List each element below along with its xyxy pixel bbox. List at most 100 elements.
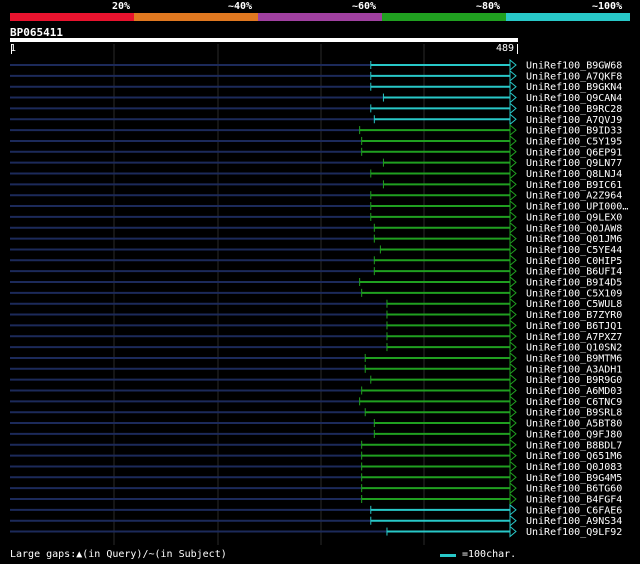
hit-label[interactable]: UniRef100_Q8LNJ4 xyxy=(526,169,622,180)
hit-label[interactable]: UniRef100_Q651M6 xyxy=(526,451,622,462)
hit-row[interactable]: UniRef100_B6TJQ1 xyxy=(10,319,622,332)
hit-arrow-icon xyxy=(509,362,517,375)
hit-row[interactable]: UniRef100_C6FAE6 xyxy=(10,503,622,516)
hit-label[interactable]: UniRef100_B6TJQ1 xyxy=(526,321,622,332)
hit-label[interactable]: UniRef100_B9ID33 xyxy=(526,126,622,137)
hit-row[interactable]: UniRef100_A7QKF8 xyxy=(10,69,622,83)
hit-row[interactable]: UniRef100_Q8LNJ4 xyxy=(10,167,622,181)
hit-label[interactable]: UniRef100_A2Z964 xyxy=(526,191,622,202)
hit-row[interactable]: UniRef100_B9GKN4 xyxy=(10,80,622,94)
hit-row[interactable]: UniRef100_B9SRL8 xyxy=(10,406,622,419)
hit-row[interactable]: UniRef100_B9GW68 xyxy=(10,58,622,72)
hit-row[interactable]: UniRef100_B9ID33 xyxy=(10,124,622,137)
hit-row[interactable]: UniRef100_B7ZYR0 xyxy=(10,308,622,322)
hit-row[interactable]: UniRef100_Q9LF92 xyxy=(10,525,622,539)
hit-label[interactable]: UniRef100_C6FAE6 xyxy=(526,505,622,516)
hit-label[interactable]: UniRef100_B9R9G0 xyxy=(526,375,622,386)
hit-row[interactable]: UniRef100_C5WUL8 xyxy=(10,297,622,311)
hit-label[interactable]: UniRef100_B9RC28 xyxy=(526,104,622,115)
hit-label[interactable]: UniRef100_C5YE44 xyxy=(526,245,622,256)
hit-row[interactable]: UniRef100_A9NS34 xyxy=(10,514,622,528)
hit-label[interactable]: UniRef100_Q10SN2 xyxy=(526,343,622,354)
hit-label[interactable]: UniRef100_Q9LEX0 xyxy=(526,212,622,223)
hit-arrow-icon xyxy=(509,91,517,104)
hit-row[interactable]: UniRef100_C5Y195 xyxy=(10,134,622,148)
hit-row[interactable]: UniRef100_Q0J083 xyxy=(10,460,622,473)
hit-row[interactable]: UniRef100_B6TG60 xyxy=(10,482,622,495)
hit-row[interactable]: UniRef100_Q0JAW8 xyxy=(10,221,622,235)
hit-label[interactable]: UniRef100_Q9CAN4 xyxy=(526,93,622,104)
hit-label[interactable]: UniRef100_C5X109 xyxy=(526,288,622,299)
hit-label[interactable]: UniRef100_A9NS34 xyxy=(526,516,622,527)
hit-arrow-icon xyxy=(509,492,517,506)
hit-label[interactable]: UniRef100_Q9LN77 xyxy=(526,158,622,169)
hit-row[interactable]: UniRef100_Q651M6 xyxy=(10,449,622,463)
hit-row[interactable]: UniRef100_Q01JM6 xyxy=(10,232,622,246)
hit-label[interactable]: UniRef100_Q6EP91 xyxy=(526,147,622,158)
hit-row[interactable]: UniRef100_Q9FJ80 xyxy=(10,427,622,441)
hit-label[interactable]: UniRef100_C5WUL8 xyxy=(526,299,622,310)
hit-label[interactable]: UniRef100_B9MTM6 xyxy=(526,353,622,364)
hit-row[interactable]: UniRef100_A6MD03 xyxy=(10,384,622,398)
hit-row[interactable]: UniRef100_Q9LEX0 xyxy=(10,210,622,224)
hit-row[interactable]: UniRef100_C5X109 xyxy=(10,286,622,300)
hit-arrow-icon xyxy=(509,427,517,440)
hit-row[interactable]: UniRef100_A2Z964 xyxy=(10,189,622,202)
hit-row[interactable]: UniRef100_C6TNC9 xyxy=(10,395,622,408)
hit-label[interactable]: UniRef100_Q0JAW8 xyxy=(526,223,622,234)
hit-row[interactable]: UniRef100_B9R9G0 xyxy=(10,373,622,387)
hit-label[interactable]: UniRef100_B9SRL8 xyxy=(526,408,622,419)
hit-row[interactable]: UniRef100_B9RC28 xyxy=(10,102,622,115)
hit-label[interactable]: UniRef100_B6TG60 xyxy=(526,484,622,495)
hit-arrow-icon xyxy=(509,254,517,267)
hit-label[interactable]: UniRef100_A7PXZ7 xyxy=(526,332,622,343)
hit-row[interactable]: UniRef100_Q6EP91 xyxy=(10,145,622,159)
hit-label[interactable]: UniRef100_B7ZYR0 xyxy=(526,310,622,321)
hit-label[interactable]: UniRef100_B9GKN4 xyxy=(526,82,622,93)
hit-label[interactable]: UniRef100_Q9LF92 xyxy=(526,527,622,538)
hit-label[interactable]: UniRef100_C0HIP5 xyxy=(526,256,622,267)
hit-label[interactable]: UniRef100_A6MD03 xyxy=(526,386,622,397)
hit-label[interactable]: UniRef100_A7QVJ9 xyxy=(526,115,622,126)
hit-row[interactable]: UniRef100_B4FGF4 xyxy=(10,492,622,506)
hit-row[interactable]: UniRef100_B8BDL7 xyxy=(10,438,622,452)
hit-label[interactable]: UniRef100_C5Y195 xyxy=(526,136,622,147)
hit-row[interactable]: UniRef100_A7PXZ7 xyxy=(10,330,622,343)
hit-label[interactable]: UniRef100_B8BDL7 xyxy=(526,440,622,451)
hit-arrow-icon xyxy=(509,373,517,386)
hit-label[interactable]: UniRef100_B9IC61 xyxy=(526,180,622,191)
hit-label[interactable]: UniRef100_A3ADH1 xyxy=(526,364,622,375)
hit-row[interactable]: UniRef100_C0HIP5 xyxy=(10,254,622,267)
hit-row[interactable]: UniRef100_C5YE44 xyxy=(10,243,622,256)
hit-row[interactable]: UniRef100_B9G4M5 xyxy=(10,471,622,484)
hit-row[interactable]: UniRef100_A3ADH1 xyxy=(10,362,622,376)
hit-arrow-icon xyxy=(509,286,517,299)
hit-label[interactable]: UniRef100_UPI000… xyxy=(526,202,628,213)
hit-arrow-icon xyxy=(509,80,517,93)
hit-label[interactable]: UniRef100_Q0J083 xyxy=(526,462,622,473)
hit-row[interactable]: UniRef100_Q10SN2 xyxy=(10,341,622,354)
hit-row[interactable]: UniRef100_A7QVJ9 xyxy=(10,113,622,126)
hit-row[interactable]: UniRef100_B9I4D5 xyxy=(10,275,622,289)
hit-label[interactable]: UniRef100_Q9FJ80 xyxy=(526,429,622,440)
hit-label[interactable]: UniRef100_B9GW68 xyxy=(526,61,622,72)
hit-row[interactable]: UniRef100_B6UFI4 xyxy=(10,265,622,278)
hit-label[interactable]: UniRef100_A5BT80 xyxy=(526,419,622,430)
hit-row[interactable]: UniRef100_Q9CAN4 xyxy=(10,91,622,105)
hit-arrow-icon xyxy=(509,232,517,245)
hit-label[interactable]: UniRef100_B6UFI4 xyxy=(526,267,622,278)
hit-label[interactable]: UniRef100_B9G4M5 xyxy=(526,473,622,484)
hit-row[interactable]: UniRef100_A5BT80 xyxy=(10,416,622,430)
hit-label[interactable]: UniRef100_C6TNC9 xyxy=(526,397,622,408)
hit-arrow-icon xyxy=(509,167,517,180)
hit-label[interactable]: UniRef100_B9I4D5 xyxy=(526,278,622,289)
hit-row[interactable]: UniRef100_B9IC61 xyxy=(10,178,622,191)
hit-label[interactable]: UniRef100_Q01JM6 xyxy=(526,234,622,245)
hit-row[interactable]: UniRef100_B9MTM6 xyxy=(10,351,622,365)
hit-label[interactable]: UniRef100_A7QKF8 xyxy=(526,71,622,82)
hit-arrow-icon xyxy=(509,503,517,516)
hit-arrow-icon xyxy=(509,308,517,321)
hit-row[interactable]: UniRef100_Q9LN77 xyxy=(10,156,622,170)
hit-row[interactable]: UniRef100_UPI000… xyxy=(10,199,628,213)
hit-label[interactable]: UniRef100_B4FGF4 xyxy=(526,495,622,506)
